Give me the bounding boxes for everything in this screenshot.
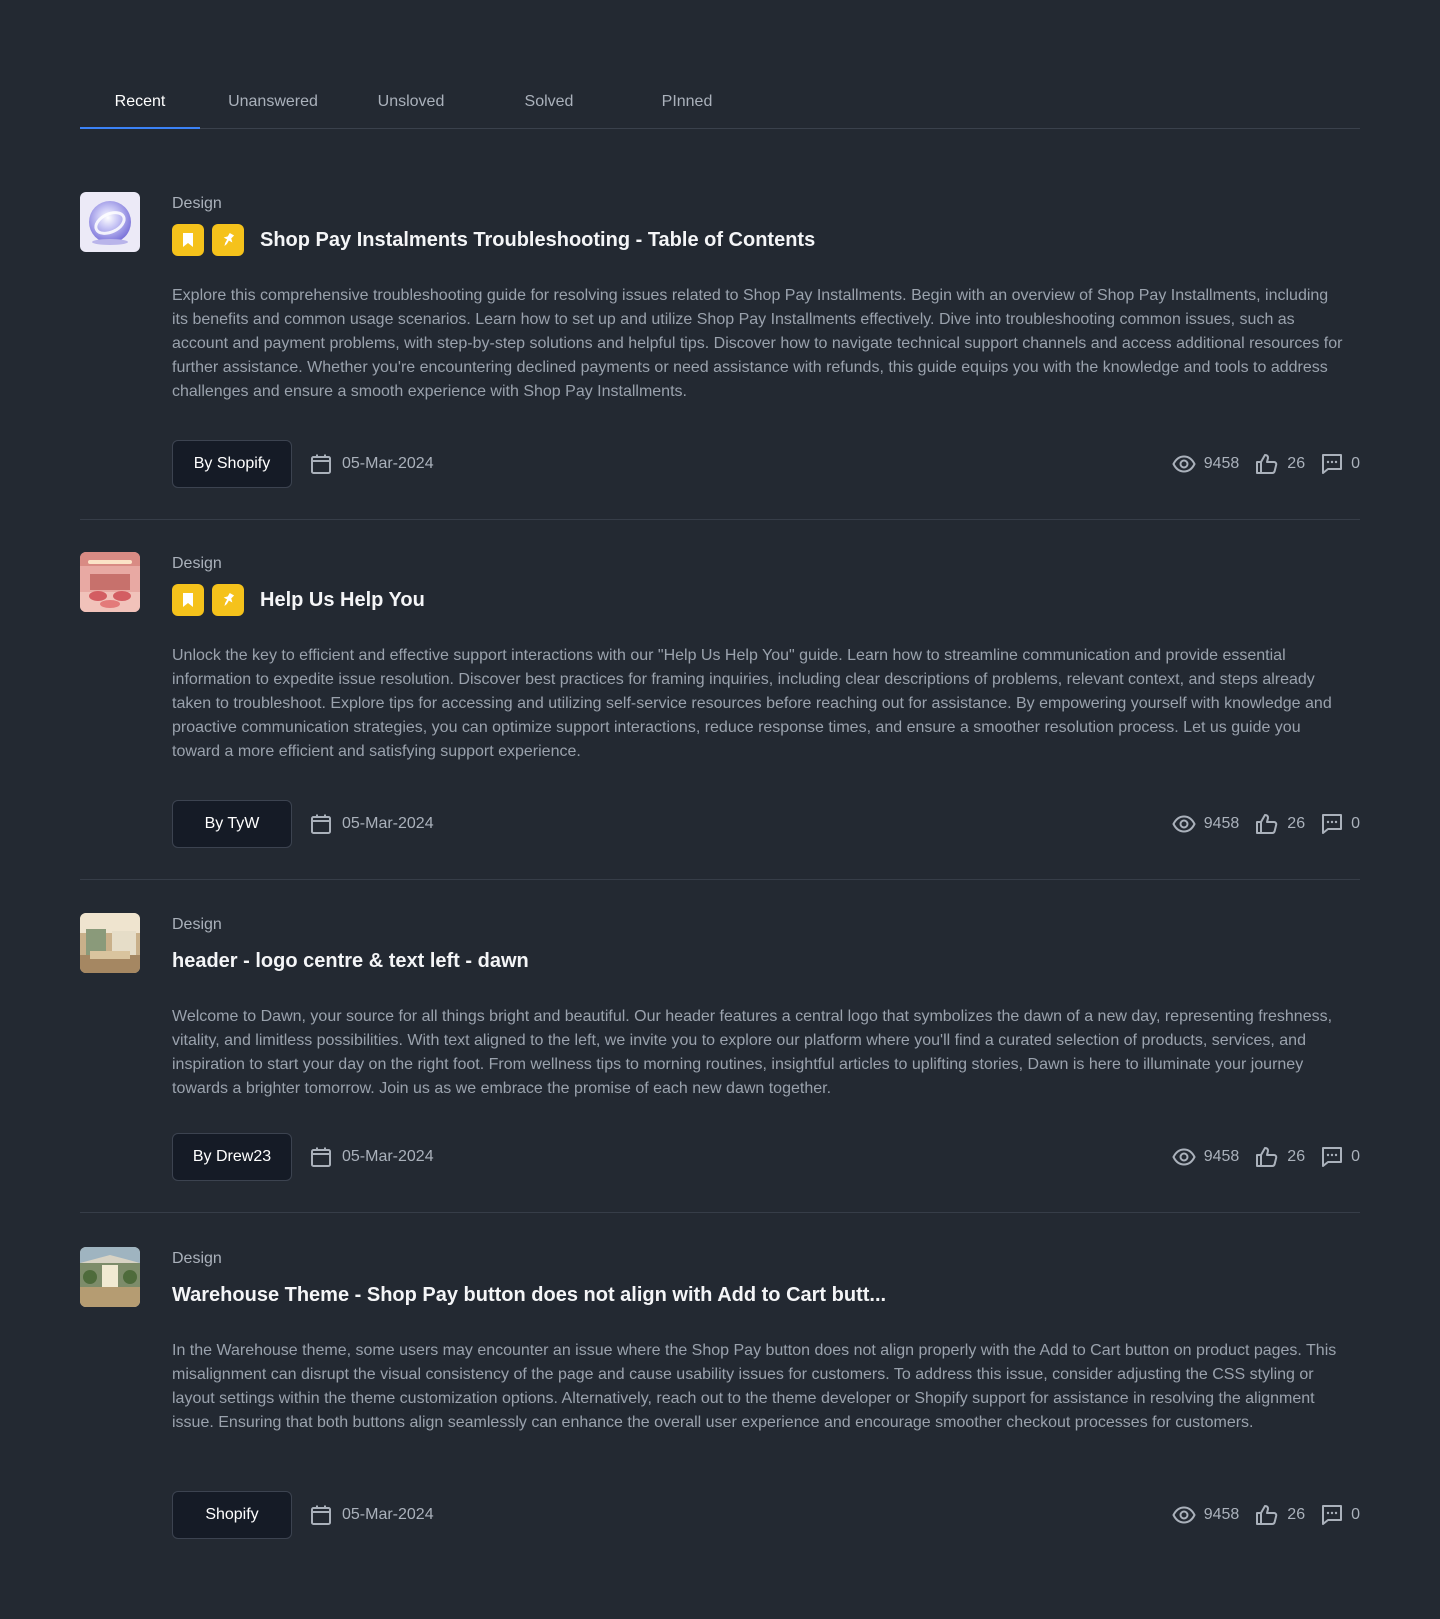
tab-recent[interactable]: Recent <box>80 80 200 129</box>
post-description: Welcome to Dawn, your source for all thi… <box>172 1008 1333 1097</box>
comment-icon <box>1322 454 1343 474</box>
eye-icon <box>1172 1506 1196 1524</box>
likes-stat[interactable]: 26 <box>1255 813 1305 835</box>
post-thumbnail[interactable] <box>80 1247 140 1307</box>
pin-badge <box>212 224 244 256</box>
comments-stat[interactable]: 0 <box>1321 1146 1360 1168</box>
post-divider <box>80 879 1360 880</box>
bookmark-icon <box>183 233 193 247</box>
post-title[interactable]: Warehouse Theme - Shop Pay button does n… <box>172 1284 886 1307</box>
post-thumbnail[interactable] <box>80 913 140 973</box>
views-stat: 9458 <box>1172 454 1240 474</box>
post-date: 05-Mar-2024 <box>310 813 434 835</box>
views-count: 9458 <box>1203 815 1240 832</box>
likes-stat[interactable]: 26 <box>1255 453 1305 475</box>
post-thumbnail[interactable] <box>80 552 140 612</box>
comment-icon <box>1322 1147 1343 1167</box>
calendar-icon <box>311 1147 331 1167</box>
eye-icon <box>1172 815 1196 833</box>
comments-count: 0 <box>1351 815 1360 832</box>
post-title[interactable]: Shop Pay Instalments Troubleshooting - T… <box>260 229 815 252</box>
post-category: Design <box>172 916 222 933</box>
eye-icon <box>1172 1148 1196 1166</box>
tab-unsolved[interactable]: Unsloved <box>346 80 476 128</box>
tab-bar: Recent Unanswered Unsloved Solved PInned <box>80 80 1360 129</box>
comments-count: 0 <box>1351 1148 1360 1165</box>
post-date: 05-Mar-2024 <box>310 453 434 475</box>
post-date: 05-Mar-2024 <box>310 1504 434 1526</box>
author-button[interactable]: Shopify <box>172 1491 292 1539</box>
post-date: 05-Mar-2024 <box>310 1146 434 1168</box>
calendar-icon <box>311 814 331 834</box>
post-description: Explore this comprehensive troubleshooti… <box>172 287 1343 400</box>
post-date-text: 05-Mar-2024 <box>342 1148 434 1165</box>
post-category: Design <box>172 555 222 572</box>
comments-stat[interactable]: 0 <box>1321 813 1360 835</box>
post-date-text: 05-Mar-2024 <box>342 1506 434 1523</box>
post-thumbnail[interactable] <box>80 192 140 252</box>
thumbs-up-icon <box>1256 1505 1278 1525</box>
tab-pinned[interactable]: PInned <box>622 80 752 128</box>
post-title[interactable]: header - logo centre & text left - dawn <box>172 950 529 973</box>
comment-icon <box>1322 814 1343 834</box>
comment-icon <box>1322 1505 1343 1525</box>
post-title[interactable]: Help Us Help You <box>260 589 425 612</box>
likes-stat[interactable]: 26 <box>1255 1504 1305 1526</box>
likes-count: 26 <box>1287 1148 1306 1165</box>
bookmark-icon <box>183 593 193 607</box>
post-category: Design <box>172 195 222 212</box>
post-date-text: 05-Mar-2024 <box>342 455 434 472</box>
post-divider <box>80 519 1360 520</box>
comments-count: 0 <box>1351 1506 1360 1523</box>
likes-stat[interactable]: 26 <box>1255 1146 1305 1168</box>
thumbs-up-icon <box>1256 1147 1278 1167</box>
tab-solved[interactable]: Solved <box>484 80 614 128</box>
likes-count: 26 <box>1287 455 1306 472</box>
comments-stat[interactable]: 0 <box>1321 1504 1360 1526</box>
pin-badge <box>212 584 244 616</box>
pin-icon <box>223 592 235 607</box>
bookmark-badge <box>172 584 204 616</box>
comments-stat[interactable]: 0 <box>1321 453 1360 475</box>
post-date-text: 05-Mar-2024 <box>342 815 434 832</box>
bookmark-badge <box>172 224 204 256</box>
pin-icon <box>223 232 235 247</box>
calendar-icon <box>311 454 331 474</box>
comments-count: 0 <box>1351 455 1360 472</box>
post-divider <box>80 1212 1360 1213</box>
calendar-icon <box>311 1505 331 1525</box>
thumbs-up-icon <box>1256 454 1278 474</box>
tab-unanswered[interactable]: Unanswered <box>208 80 338 128</box>
post-description: Unlock the key to efficient and effectiv… <box>172 647 1332 760</box>
views-stat: 9458 <box>1172 814 1240 834</box>
likes-count: 26 <box>1287 1506 1306 1523</box>
views-count: 9458 <box>1203 455 1240 472</box>
views-count: 9458 <box>1203 1506 1240 1523</box>
eye-icon <box>1172 455 1196 473</box>
views-stat: 9458 <box>1172 1147 1240 1167</box>
post-category: Design <box>172 1250 222 1267</box>
post-description: In the Warehouse theme, some users may e… <box>172 1342 1337 1431</box>
thumbs-up-icon <box>1256 814 1278 834</box>
author-button[interactable]: By Shopify <box>172 440 292 488</box>
author-button[interactable]: By TyW <box>172 800 292 848</box>
views-stat: 9458 <box>1172 1505 1240 1525</box>
author-button[interactable]: By Drew23 <box>172 1133 292 1181</box>
views-count: 9458 <box>1203 1148 1240 1165</box>
likes-count: 26 <box>1287 815 1306 832</box>
